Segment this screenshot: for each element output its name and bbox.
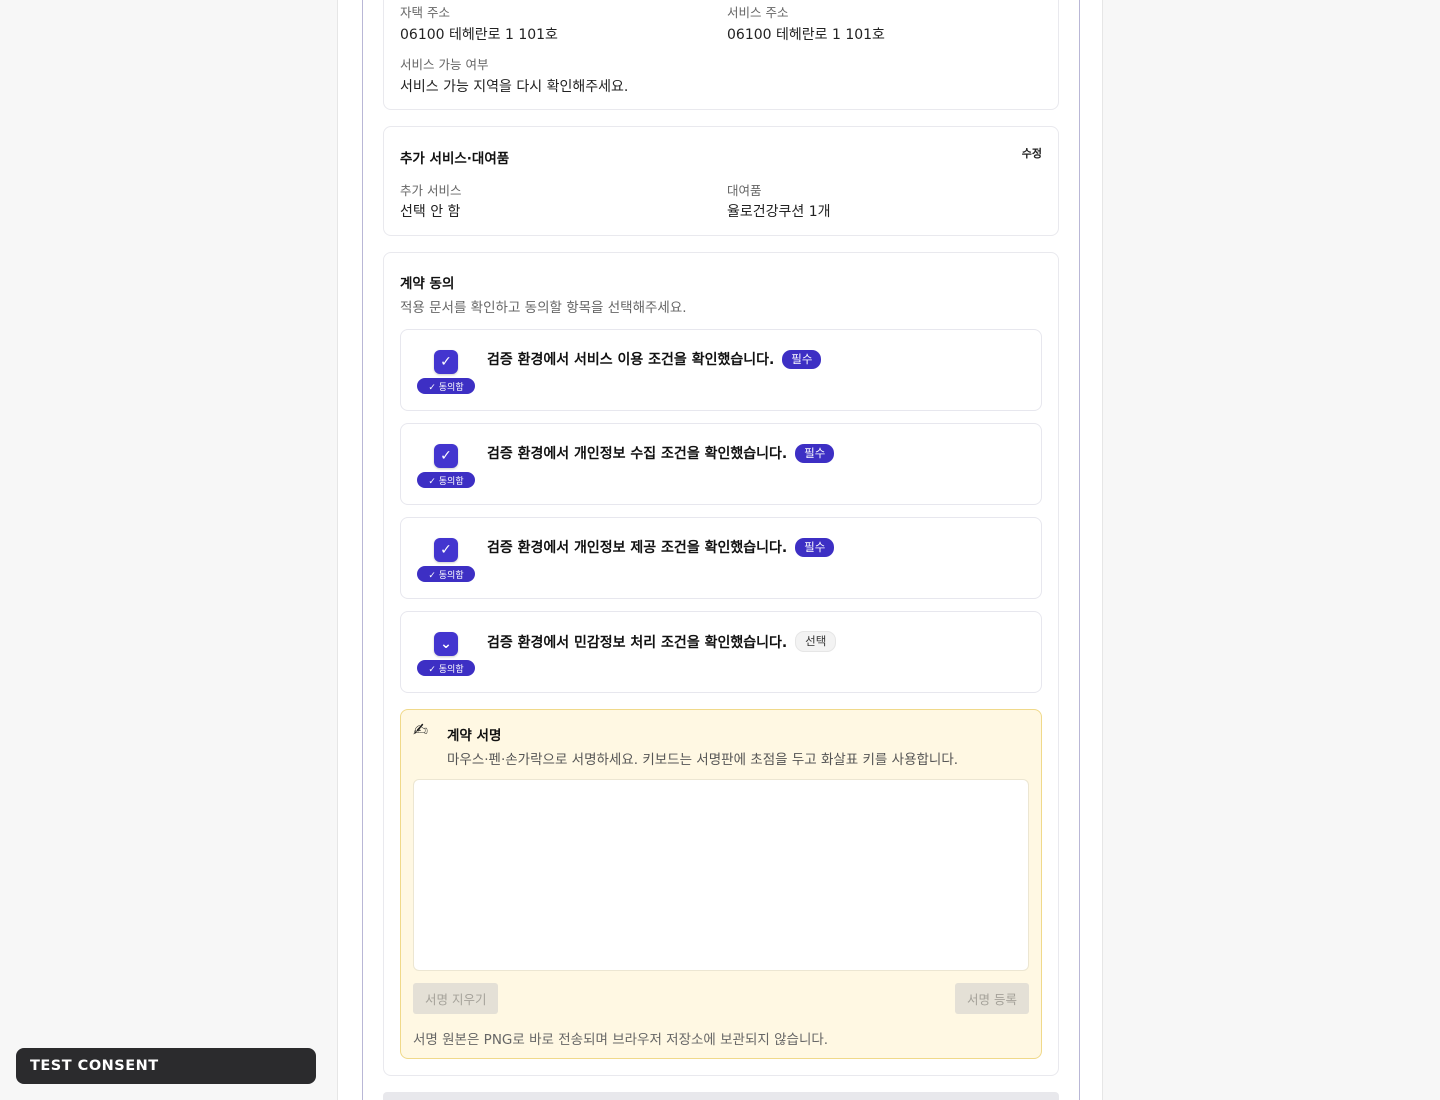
service-address-value: 06100 테헤란로 1 101호	[727, 27, 885, 43]
consent-label: 검증 환경에서 개인정보 수집 조건을 확인했습니다.	[487, 446, 788, 462]
required-badge: 필수	[782, 349, 822, 369]
agree-pill: ✓ 동의함	[417, 378, 475, 394]
agree-pill: ✓ 동의함	[417, 472, 475, 488]
consent-subtitle: 적용 문서를 확인하고 동의할 항목을 선택해주세요.	[400, 300, 687, 316]
bottom-action-bar[interactable]	[383, 1092, 1059, 1100]
checkbox-checked-icon[interactable]: ✓	[434, 538, 458, 562]
checkbox-checked-icon[interactable]: ✓	[434, 444, 458, 468]
extras-card: 추가 서비스·대여품 수정 추가 서비스 선택 안 함 대여품 율로건강쿠션 1…	[383, 126, 1059, 236]
agree-pill: ✓ 동의함	[417, 660, 475, 676]
agree-pill: ✓ 동의함	[417, 566, 475, 582]
signature-hand-icon: ✍	[413, 720, 429, 741]
consent-label: 검증 환경에서 개인정보 제공 조건을 확인했습니다.	[487, 540, 788, 556]
signature-instructions: 마우스·펜·손가락으로 서명하세요. 키보드는 서명판에 초점을 두고 화살표 …	[447, 752, 959, 768]
main-column: 자택 주소 06100 테헤란로 1 101호 서비스 주소 06100 테헤란…	[337, 0, 1103, 1100]
address-card: 자택 주소 06100 테헤란로 1 101호 서비스 주소 06100 테헤란…	[383, 0, 1059, 110]
consent-item-collection[interactable]: ✓ ✓ 동의함 검증 환경에서 개인정보 수집 조건을 확인했습니다. 필수	[400, 423, 1042, 505]
signature-note: 서명 원본은 PNG로 바로 전송되며 브라우저 저장소에 보관되지 않습니다.	[413, 1032, 829, 1048]
consent-text: 검증 환경에서 개인정보 수집 조건을 확인했습니다. 필수	[487, 443, 835, 463]
required-badge: 필수	[795, 443, 835, 463]
required-badge: 필수	[795, 537, 835, 557]
edit-button[interactable]: 수정	[1022, 145, 1042, 161]
consent-item-sensitive[interactable]: ⌄ ✓ 동의함 검증 환경에서 민감정보 처리 조건을 확인했습니다. 선택	[400, 611, 1042, 693]
consent-item-terms[interactable]: ✓ ✓ 동의함 검증 환경에서 서비스 이용 조건을 확인했습니다. 필수	[400, 329, 1042, 411]
consent-text: 검증 환경에서 개인정보 제공 조건을 확인했습니다. 필수	[487, 537, 835, 557]
extra-service-label: 추가 서비스	[400, 183, 462, 198]
optional-badge: 선택	[795, 631, 837, 652]
availability-value: 서비스 가능 지역을 다시 확인해주세요.	[400, 79, 629, 95]
checkbox-chevron-icon[interactable]: ⌄	[434, 632, 458, 656]
extras-title: 추가 서비스·대여품	[400, 151, 510, 167]
consent-label: 검증 환경에서 민감정보 처리 조건을 확인했습니다.	[487, 634, 788, 651]
signature-section: ✍ 계약 서명 마우스·펜·손가락으로 서명하세요. 키보드는 서명판에 초점을…	[400, 709, 1042, 1059]
rental-value: 율로건강쿠션 1개	[727, 204, 831, 220]
submit-signature-button[interactable]: 서명 등록	[955, 983, 1029, 1014]
consent-item-provision[interactable]: ✓ ✓ 동의함 검증 환경에서 개인정보 제공 조건을 확인했습니다. 필수	[400, 517, 1042, 599]
signature-title: 계약 서명	[447, 728, 502, 744]
home-address-label: 자택 주소	[400, 5, 450, 20]
checkbox-checked-icon[interactable]: ✓	[434, 350, 458, 374]
consent-text: 검증 환경에서 민감정보 처리 조건을 확인했습니다. 선택	[487, 631, 837, 652]
consent-text: 검증 환경에서 서비스 이용 조건을 확인했습니다. 필수	[487, 349, 822, 369]
service-address-label: 서비스 주소	[727, 5, 789, 20]
signature-pad[interactable]	[413, 779, 1029, 971]
clear-signature-button[interactable]: 서명 지우기	[413, 983, 499, 1014]
consent-label: 검증 환경에서 서비스 이용 조건을 확인했습니다.	[487, 352, 775, 368]
consent-card: 계약 동의 적용 문서를 확인하고 동의할 항목을 선택해주세요. ✓ ✓ 동의…	[383, 252, 1059, 1076]
rental-label: 대여품	[727, 183, 762, 198]
consent-title: 계약 동의	[400, 276, 455, 292]
home-address-value: 06100 테헤란로 1 101호	[400, 27, 558, 43]
extra-service-value: 선택 안 함	[400, 204, 461, 220]
availability-label: 서비스 가능 여부	[400, 57, 489, 72]
test-consent-toast: TEST CONSENT	[16, 1048, 316, 1084]
